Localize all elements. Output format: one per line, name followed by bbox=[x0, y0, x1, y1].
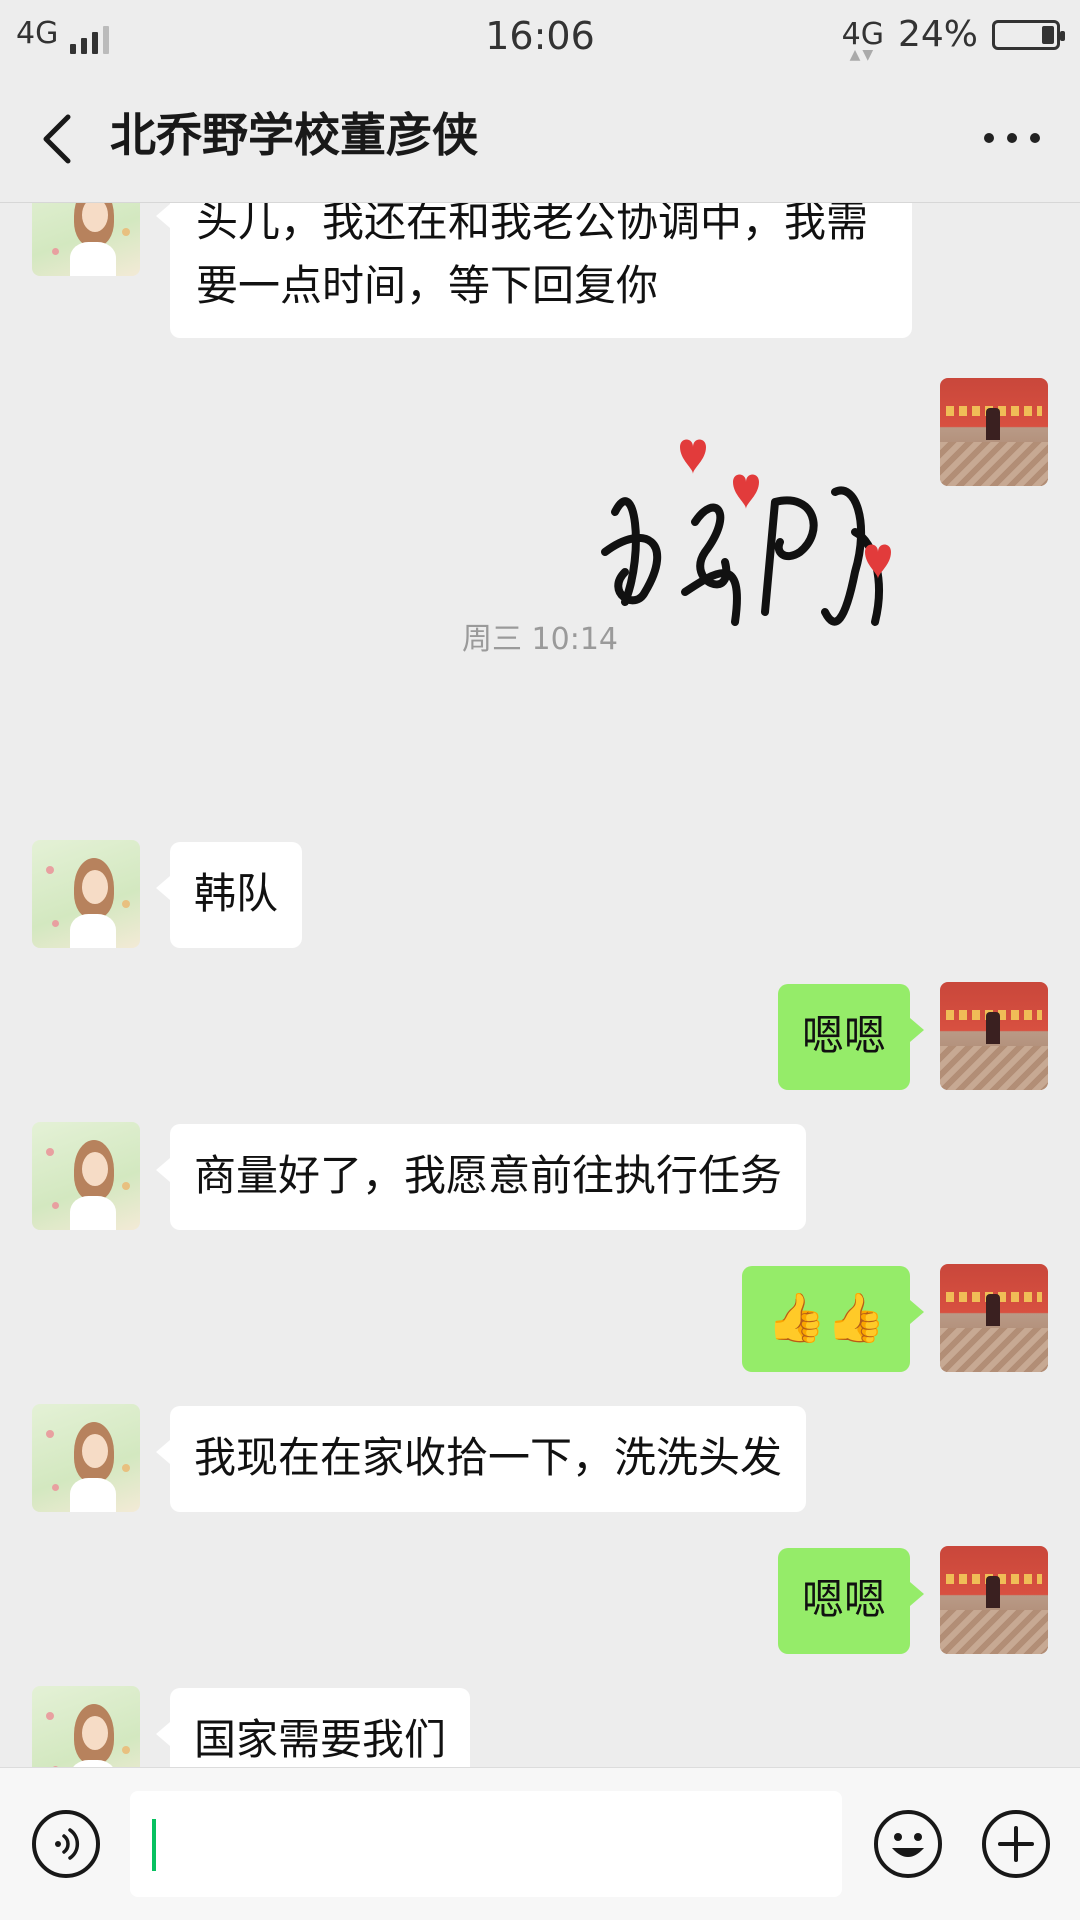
battery-fill bbox=[1042, 25, 1054, 44]
time-divider: 周三 10:14 bbox=[462, 622, 618, 657]
status-bar: 4G 16:06 4G ▲▼ 24% bbox=[0, 0, 1080, 75]
input-bar bbox=[0, 1767, 1080, 1920]
nav-bar: 北乔野学校董彦侠 bbox=[0, 75, 1080, 203]
back-arrow-icon[interactable] bbox=[36, 111, 76, 167]
message-input[interactable] bbox=[130, 1791, 842, 1897]
contact-avatar[interactable] bbox=[32, 1122, 140, 1230]
message-bubble-outgoing-emoji[interactable]: 👍👍 bbox=[742, 1266, 924, 1372]
chat-title: 北乔野学校董彦侠 bbox=[110, 108, 478, 162]
self-avatar[interactable] bbox=[940, 1546, 1048, 1654]
status-right: 4G ▲▼ 24% bbox=[842, 14, 1065, 63]
self-avatar[interactable] bbox=[940, 1264, 1048, 1372]
battery-percent: 24% bbox=[897, 14, 978, 55]
contact-avatar[interactable] bbox=[32, 1404, 140, 1512]
more-options-icon[interactable] bbox=[984, 123, 1040, 153]
self-avatar[interactable] bbox=[940, 378, 1048, 486]
chat-screen: 4G 16:06 4G ▲▼ 24% 北乔野学校董彦侠 头儿，我还在和我老公协调中… bbox=[0, 0, 1080, 1920]
self-avatar[interactable] bbox=[940, 982, 1048, 1090]
data-network-label: 4G ▲▼ bbox=[842, 17, 884, 63]
thumbs-up-emoji: 👍👍 bbox=[766, 1290, 886, 1346]
message-bubble-incoming[interactable]: 头儿，我还在和我老公协调中，我需要一点时间，等下回复你 bbox=[156, 202, 912, 338]
plus-icon[interactable] bbox=[980, 1808, 1052, 1880]
message-bubble-incoming[interactable]: 我现在在家收拾一下，洗洗头发 bbox=[155, 1406, 807, 1512]
emoji-icon[interactable] bbox=[872, 1808, 944, 1880]
data-arrows-icon: ▲▼ bbox=[849, 47, 876, 63]
message-bubble-incoming[interactable]: 国家需要我们 bbox=[155, 1688, 471, 1767]
chat-history[interactable]: 头儿，我还在和我老公协调中，我需要一点时间，等下回复你 周三 10:14 韩队 … bbox=[0, 202, 1080, 1767]
contact-avatar[interactable] bbox=[32, 1686, 140, 1767]
contact-avatar[interactable] bbox=[32, 840, 140, 948]
message-bubble-outgoing[interactable]: 嗯嗯 bbox=[777, 1548, 925, 1654]
contact-avatar[interactable] bbox=[32, 202, 140, 276]
text-caret bbox=[152, 1819, 156, 1871]
message-bubble-incoming[interactable]: 韩队 bbox=[155, 842, 303, 948]
message-bubble-outgoing[interactable]: 嗯嗯 bbox=[777, 984, 925, 1090]
voice-input-icon[interactable] bbox=[30, 1808, 102, 1880]
battery-icon bbox=[992, 19, 1065, 50]
message-bubble-incoming[interactable]: 商量好了，我愿意前往执行任务 bbox=[155, 1124, 807, 1230]
